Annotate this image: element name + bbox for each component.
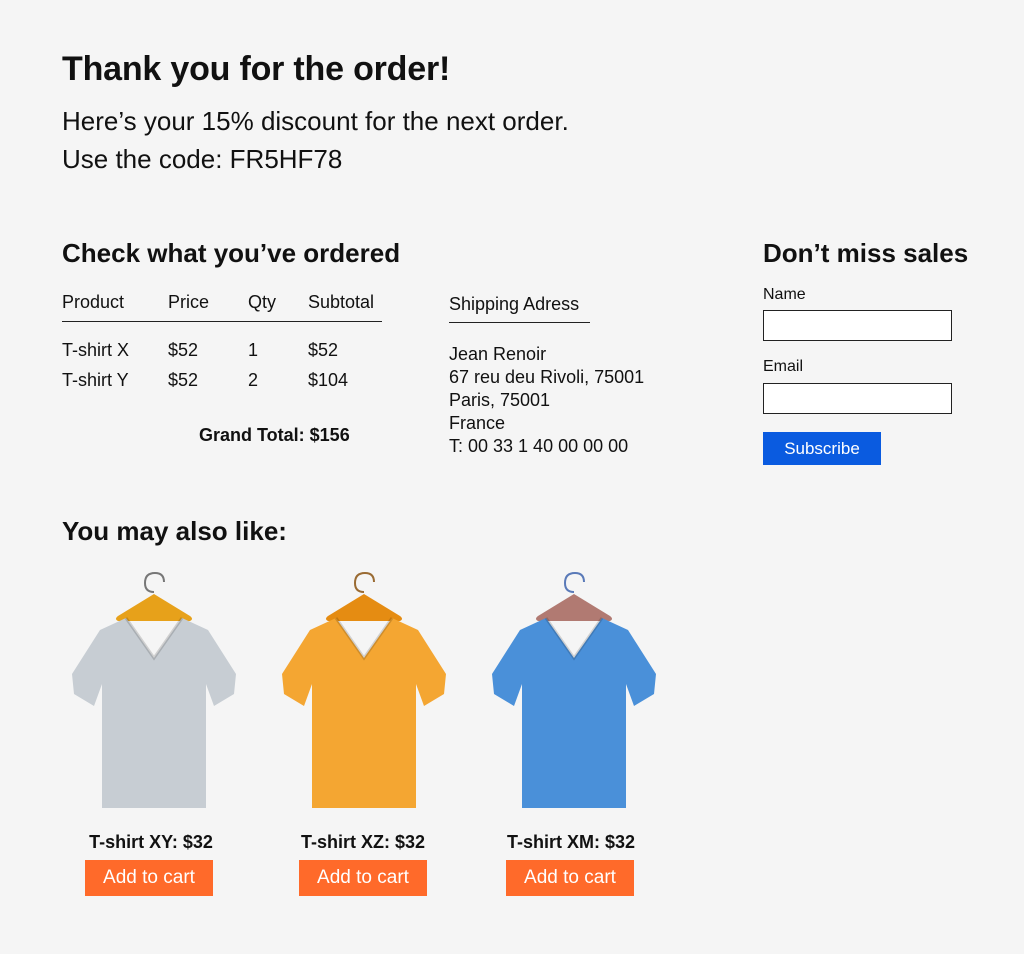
column-header-product: Product xyxy=(62,292,168,322)
column-header-price: Price xyxy=(168,292,248,322)
product-card: T-shirt XY: $32 Add to cart xyxy=(64,566,244,896)
hanger-hook xyxy=(353,571,375,593)
cell-subtotal: $52 xyxy=(308,340,339,360)
shipping-line: France xyxy=(449,413,506,433)
cell-subtotal: $104 xyxy=(308,370,349,390)
product-card: T-shirt XZ: $32 Add to cart xyxy=(274,566,454,896)
tshirt-image xyxy=(72,571,236,808)
add-to-cart-button[interactable]: Add to cart xyxy=(299,860,427,896)
hanger xyxy=(116,594,192,621)
newsletter-heading: Don’t miss sales xyxy=(763,238,969,268)
shipping-line: 67 reu deu Rivoli, 75001 xyxy=(449,367,645,387)
shipping-address: Jean Renoir 67 reu deu Rivoli, 75001 Par… xyxy=(449,343,644,458)
cell-qty: 1 xyxy=(248,340,259,360)
column-header-subtotal: Subtotal xyxy=(308,292,382,322)
discount-text: Here’s your 15% discount for the next or… xyxy=(62,106,569,136)
recommend-heading: You may also like: xyxy=(62,516,287,546)
shipping-line: T: 00 33 1 40 00 00 00 xyxy=(449,436,629,456)
discount-code: Use the code: FR5HF78 xyxy=(62,144,343,174)
tshirt-image xyxy=(492,571,656,808)
shipping-heading: Shipping Adress xyxy=(449,294,590,323)
cell-qty: 2 xyxy=(248,370,259,390)
shipping-line: Paris, 75001 xyxy=(449,390,551,410)
subscribe-button[interactable]: Subscribe xyxy=(763,432,881,465)
cell-product: T-shirt Y xyxy=(62,370,129,390)
shipping-line: Jean Renoir xyxy=(449,344,547,364)
name-field[interactable] xyxy=(763,310,952,341)
add-to-cart-button[interactable]: Add to cart xyxy=(85,860,213,896)
hanger xyxy=(326,594,402,621)
hanger xyxy=(536,594,612,621)
order-heading: Check what you’ve ordered xyxy=(62,238,401,268)
page-title: Thank you for the order! xyxy=(62,50,451,88)
cell-product: T-shirt X xyxy=(62,340,130,360)
add-to-cart-button[interactable]: Add to cart xyxy=(506,860,634,896)
tshirt-shape xyxy=(72,618,236,808)
email-label: Email xyxy=(763,358,804,375)
grand-total: Grand Total: $156 xyxy=(199,425,350,445)
cell-price: $52 xyxy=(168,370,199,390)
order-table: Product Price Qty Subtotal T-shirt X $52… xyxy=(62,292,382,400)
tshirt-shape xyxy=(492,618,656,808)
table-row: T-shirt X $52 1 $52 xyxy=(62,322,382,362)
column-header-qty: Qty xyxy=(248,292,308,322)
tshirt-shape xyxy=(282,618,446,808)
cell-price: $52 xyxy=(168,340,199,360)
email-field[interactable] xyxy=(763,383,952,414)
table-header-row: Product Price Qty Subtotal xyxy=(62,292,382,322)
table-row: T-shirt Y $52 2 $104 xyxy=(62,361,382,400)
product-name: T-shirt XY: $32 xyxy=(89,832,213,852)
product-name: T-shirt XM: $32 xyxy=(506,832,636,852)
product-name: T-shirt XZ: $32 xyxy=(300,832,426,852)
hanger-hook xyxy=(563,571,585,593)
hanger-hook xyxy=(143,571,165,593)
name-label: Name xyxy=(763,286,806,303)
product-card: T-shirt XM: $32 Add to cart xyxy=(484,566,664,896)
tshirt-image xyxy=(282,571,446,808)
